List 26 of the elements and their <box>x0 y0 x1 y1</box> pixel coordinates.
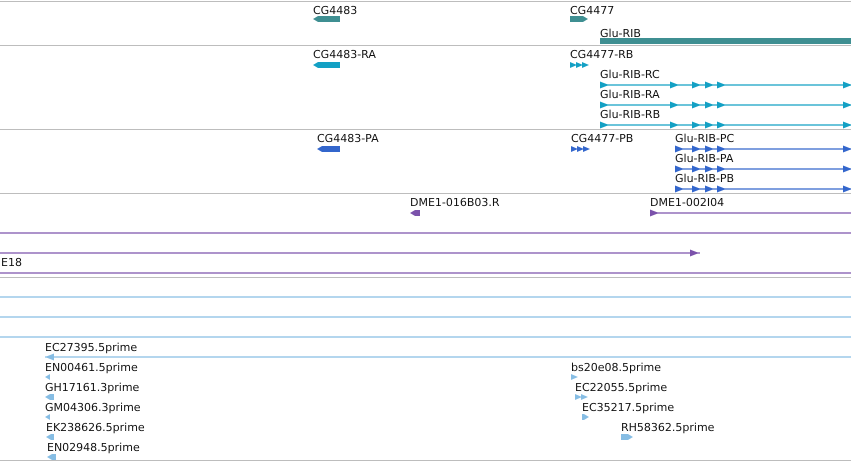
feature-label: CG4477-RB <box>570 48 634 61</box>
feature-label: GM04306.3prime <box>45 401 141 414</box>
feature-label: RH58362.5prime <box>621 421 714 434</box>
feature-label: Glu-RIB-PB <box>675 172 734 185</box>
feature-label: DME1-002I04 <box>650 196 724 209</box>
feature-label: EK238626.5prime <box>46 421 145 434</box>
feature-label: GH17161.3prime <box>45 381 140 394</box>
feature-label: DME1-016B03.R <box>410 196 500 209</box>
feature-label: E18 <box>1 256 22 269</box>
feature-label: Glu-RIB <box>600 27 641 40</box>
feature-label: CG4483 <box>313 4 358 17</box>
feature-label: EN00461.5prime <box>45 361 138 374</box>
feature-label: Glu-RIB-RA <box>600 88 660 101</box>
feature-label: Glu-RIB-PC <box>675 132 734 145</box>
feature-label: EC35217.5prime <box>582 401 674 414</box>
feature-label: bs20e08.5prime <box>571 361 662 374</box>
feature-label: Glu-RIB-RC <box>600 68 660 81</box>
feature-label: EC27395.5prime <box>45 341 138 354</box>
feature-label: EC22055.5prime <box>575 381 668 394</box>
feature-label: CG4477-PB <box>571 132 634 145</box>
feature-label: Glu-RIB-PA <box>675 152 734 165</box>
feature-label: EN02948.5prime <box>47 441 140 454</box>
feature-label: Glu-RIB-RB <box>600 108 660 121</box>
feature-label: CG4483-PA <box>317 132 379 145</box>
feature-label: CG4483-RA <box>313 48 376 61</box>
feature-label: CG4477 <box>570 4 614 17</box>
